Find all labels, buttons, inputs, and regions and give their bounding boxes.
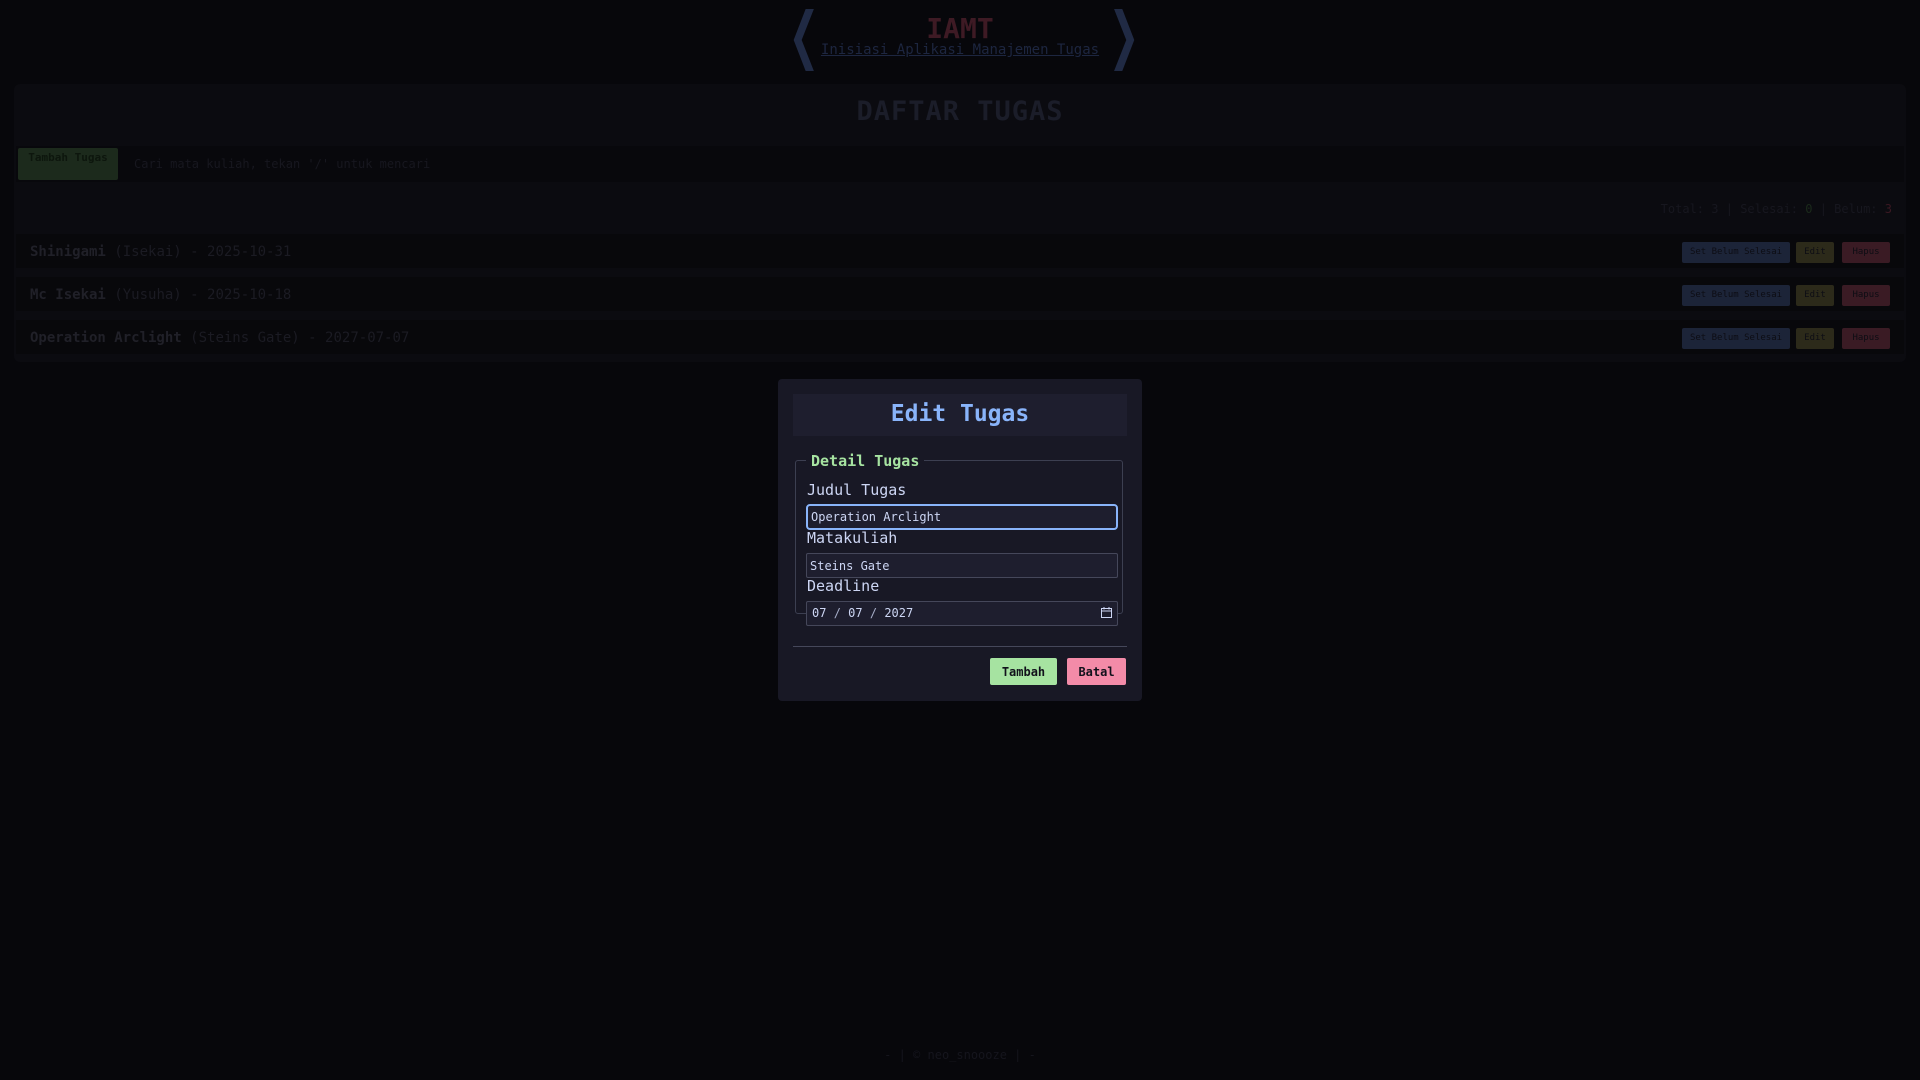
total-value: 3	[1711, 202, 1719, 216]
toggle-status-button[interactable]: Set Belum Selesai	[1682, 328, 1790, 349]
page: ❮ IAMT Inisiasi Aplikasi Manajemen Tugas…	[0, 0, 1920, 1080]
task-deadline: 2025-10-18	[207, 287, 292, 303]
done-value: 0	[1805, 202, 1813, 216]
toggle-status-button[interactable]: Set Belum Selesai	[1682, 285, 1790, 306]
matakuliah-input[interactable]	[806, 553, 1118, 578]
date-separator: /	[869, 606, 878, 620]
pending-label: Belum:	[1834, 202, 1878, 216]
chevron-right-icon: ❯	[1108, 0, 1140, 71]
matakuliah-label: Matakuliah	[807, 529, 898, 547]
deadline-date-input[interactable]: 07 / 07 / 2027	[806, 601, 1118, 626]
deadline-day[interactable]: 07	[848, 606, 862, 620]
deadline-year[interactable]: 2027	[884, 606, 913, 620]
page-title: DAFTAR TUGAS	[856, 96, 1064, 127]
judul-input[interactable]	[806, 504, 1118, 530]
cancel-button[interactable]: Batal	[1067, 658, 1126, 685]
edit-task-modal: Edit Tugas Detail Tugas Judul Tugas Mata…	[778, 379, 1142, 701]
task-course: (Yusuha)	[114, 287, 182, 303]
modal-title: Edit Tugas	[890, 401, 1030, 427]
task-title: Operation Arclight	[30, 330, 182, 346]
add-task-button[interactable]: Tambah Tugas	[18, 148, 118, 180]
footer-credit: - | © neo_snoooze | -	[884, 1048, 1036, 1062]
delete-task-button[interactable]: Hapus	[1842, 328, 1890, 349]
pending-value: 3	[1884, 202, 1892, 216]
stats-separator: |	[1725, 202, 1733, 216]
app-tagline: Inisiasi Aplikasi Manajemen Tugas	[820, 42, 1100, 58]
task-detail-fieldset: Detail Tugas Judul Tugas Matakuliah Dead…	[795, 451, 1123, 626]
task-info: Mc Isekai (Yusuha) - 2025-10-18	[30, 287, 291, 303]
task-info: Shinigami (Isekai) - 2025-10-31	[30, 244, 291, 260]
task-row: Mc Isekai (Yusuha) - 2025-10-18 Set Belu…	[16, 277, 1904, 311]
task-separator: -	[190, 287, 199, 303]
toolbar: Tambah Tugas	[16, 146, 1904, 182]
app-brand: IAMT	[926, 12, 994, 45]
app-header: ❮ IAMT Inisiasi Aplikasi Manajemen Tugas…	[0, 0, 1920, 72]
toggle-status-button[interactable]: Set Belum Selesai	[1682, 242, 1790, 263]
submit-button[interactable]: Tambah	[990, 658, 1057, 685]
stats-separator: |	[1819, 202, 1827, 216]
task-deadline: 2027-07-07	[325, 330, 410, 346]
delete-task-button[interactable]: Hapus	[1842, 242, 1890, 263]
task-title: Mc Isekai	[30, 287, 106, 303]
task-separator: -	[190, 244, 199, 260]
done-label: Selesai:	[1740, 202, 1798, 216]
deadline-month[interactable]: 07	[812, 606, 826, 620]
fieldset-legend: Detail Tugas	[806, 451, 925, 471]
edit-task-button[interactable]: Edit	[1796, 285, 1834, 306]
task-deadline: 2025-10-31	[207, 244, 292, 260]
task-course: (Steins Gate)	[190, 330, 300, 346]
total-label: Total:	[1660, 202, 1705, 216]
judul-label: Judul Tugas	[807, 481, 907, 499]
task-info: Operation Arclight (Steins Gate) - 2027-…	[30, 330, 409, 346]
task-course: (Isekai)	[114, 244, 182, 260]
task-title: Shinigami	[30, 244, 106, 260]
delete-task-button[interactable]: Hapus	[1842, 285, 1890, 306]
task-row: Operation Arclight (Steins Gate) - 2027-…	[16, 320, 1904, 354]
date-separator: /	[833, 606, 841, 620]
task-separator: -	[308, 330, 317, 346]
task-row: Shinigami (Isekai) - 2025-10-31 Set Belu…	[16, 234, 1904, 268]
modal-header: Edit Tugas	[793, 394, 1127, 436]
edit-task-button[interactable]: Edit	[1796, 242, 1834, 263]
edit-task-button[interactable]: Edit	[1796, 328, 1834, 349]
task-list-panel: DAFTAR TUGAS Tambah Tugas Total: 3 | Sel…	[14, 84, 1906, 362]
deadline-label: Deadline	[807, 577, 880, 595]
calendar-icon[interactable]	[1101, 607, 1112, 618]
task-stats: Total: 3 | Selesai: 0 | Belum: 3	[1661, 202, 1892, 216]
search-input[interactable]	[128, 148, 740, 180]
modal-divider	[793, 646, 1127, 647]
